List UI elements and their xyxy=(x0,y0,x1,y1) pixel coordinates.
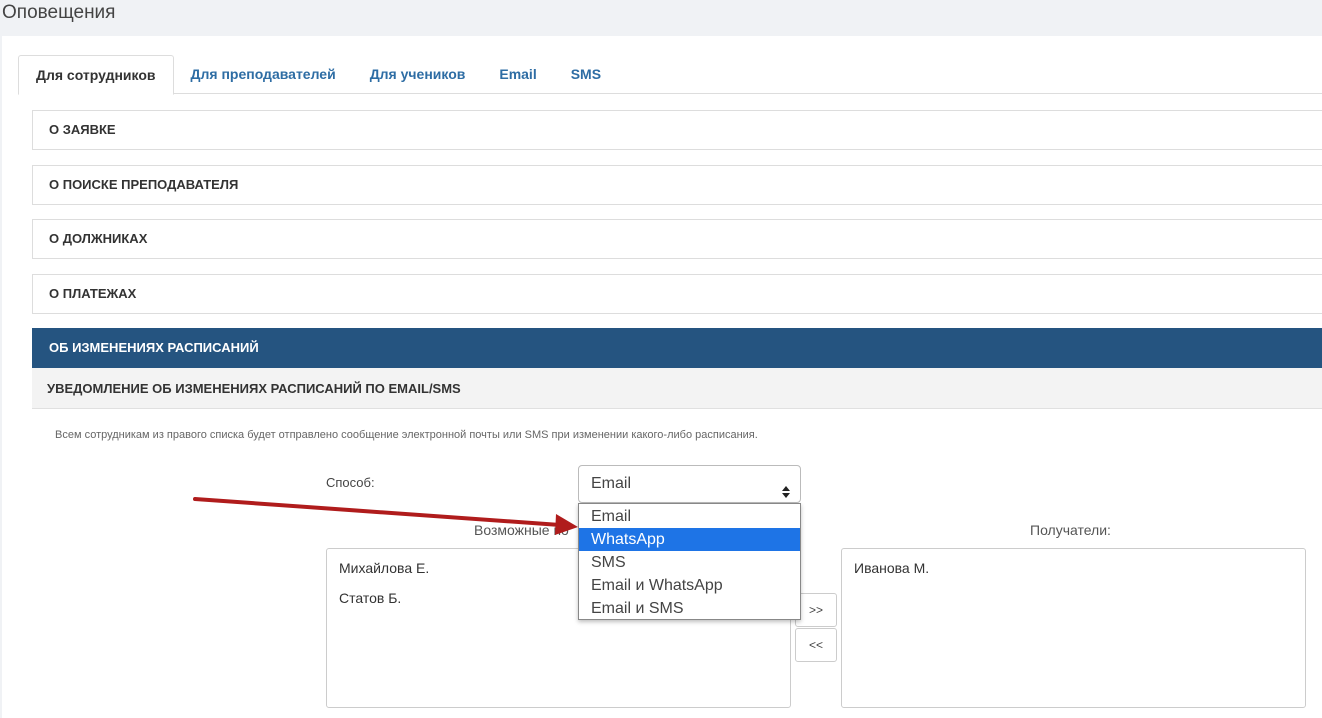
tab-teachers[interactable]: Для преподавателей xyxy=(174,55,353,94)
section-subheading: УВЕДОМЛЕНИЕ ОБ ИЗМЕНЕНИЯХ РАСПИСАНИЙ ПО … xyxy=(32,368,1322,409)
option-email[interactable]: Email xyxy=(579,505,800,528)
up-down-caret-icon xyxy=(782,477,790,498)
method-dropdown[interactable]: Email WhatsApp SMS Email и WhatsApp Emai… xyxy=(578,503,801,620)
tab-email[interactable]: Email xyxy=(482,55,553,94)
method-select[interactable]: Email ▲ xyxy=(578,465,801,503)
option-email-sms[interactable]: Email и SMS xyxy=(579,597,800,620)
remove-recipient-button[interactable]: << xyxy=(795,628,837,662)
recipients-list[interactable]: Иванова М. xyxy=(841,548,1306,708)
tab-bar: Для сотрудников Для преподавателей Для у… xyxy=(18,55,1322,95)
accordion-item-schedule-changes[interactable]: ОБ ИЗМЕНЕНИЯХ РАСПИСАНИЙ xyxy=(32,328,1322,368)
recipients-label: Получатели: xyxy=(1030,522,1111,538)
accordion-item-debtors[interactable]: О ДОЛЖНИКАХ xyxy=(32,219,1322,259)
method-label: Способ: xyxy=(326,475,375,490)
option-sms[interactable]: SMS xyxy=(579,551,800,574)
accordion-item-payments[interactable]: О ПЛАТЕЖАХ xyxy=(32,274,1322,314)
page-title: Оповещения xyxy=(2,2,116,23)
accordion-item-teacher-search[interactable]: О ПОИСКЕ ПРЕПОДАВАТЕЛЯ xyxy=(32,165,1322,205)
section-description: Всем сотрудникам из правого списка будет… xyxy=(55,429,758,441)
method-select-value: Email xyxy=(591,475,632,492)
tab-students[interactable]: Для учеников xyxy=(353,55,483,94)
tab-staff[interactable]: Для сотрудников xyxy=(18,55,174,95)
tab-sms[interactable]: SMS xyxy=(554,55,618,94)
accordion-item-application[interactable]: О ЗАЯВКЕ xyxy=(32,110,1322,150)
available-label: Возможные по xyxy=(474,522,569,538)
add-recipient-button[interactable]: >> xyxy=(795,593,837,627)
option-whatsapp[interactable]: WhatsApp xyxy=(579,528,800,551)
option-email-whatsapp[interactable]: Email и WhatsApp xyxy=(579,574,800,597)
list-item[interactable]: Иванова М. xyxy=(854,559,1293,589)
